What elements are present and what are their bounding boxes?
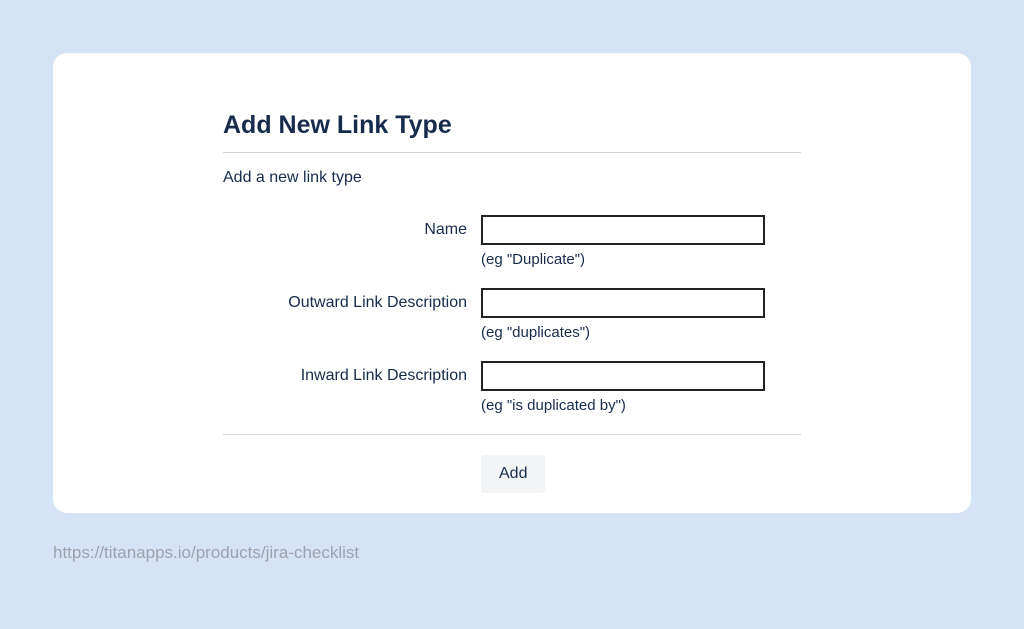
inward-label: Inward Link Description [223,361,481,385]
name-hint: (eg "Duplicate") [481,251,765,268]
button-spacer [223,455,481,493]
button-row: Add [223,455,801,493]
inward-hint: (eg "is duplicated by") [481,397,765,414]
outward-row: Outward Link Description (eg "duplicates… [223,288,801,341]
name-input[interactable] [481,215,765,245]
form-divider [223,434,801,435]
inward-input[interactable] [481,361,765,391]
name-row: Name (eg "Duplicate") [223,215,801,268]
page-title: Add New Link Type [223,111,801,140]
outward-label: Outward Link Description [223,288,481,312]
outward-input[interactable] [481,288,765,318]
add-button[interactable]: Add [481,455,545,493]
outward-field-wrapper: (eg "duplicates") [481,288,765,341]
inward-field-wrapper: (eg "is duplicated by") [481,361,765,414]
outward-hint: (eg "duplicates") [481,324,765,341]
inward-row: Inward Link Description (eg "is duplicat… [223,361,801,414]
title-divider [223,152,801,153]
name-field-wrapper: (eg "Duplicate") [481,215,765,268]
name-label: Name [223,215,481,239]
form-card: Add New Link Type Add a new link type Na… [53,53,971,513]
footer-url: https://titanapps.io/products/jira-check… [53,543,971,563]
form-subtitle: Add a new link type [223,169,801,187]
